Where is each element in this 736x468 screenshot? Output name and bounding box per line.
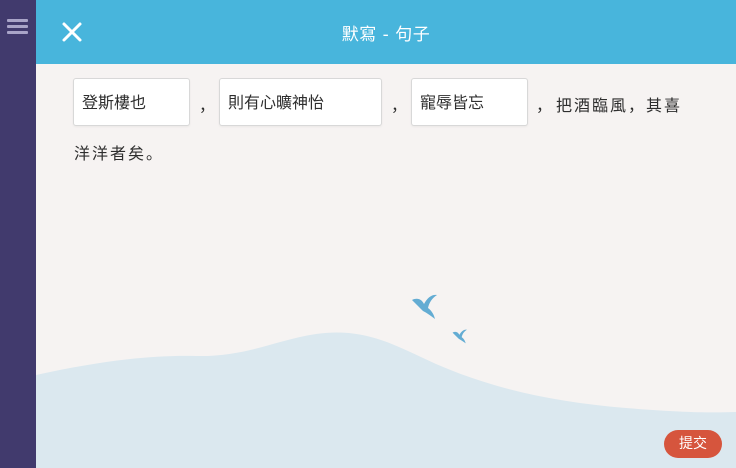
passage-text: 洋洋者矣。 bbox=[74, 144, 165, 163]
page-title: 默寫 - 句子 bbox=[341, 25, 431, 45]
header-bar: 默寫 - 句子 bbox=[36, 0, 736, 64]
exercise-area: 登斯樓也 ， 則有心曠神怡 ， 寵辱皆忘 ， 把酒臨風，其喜 洋洋者矣。 bbox=[36, 64, 736, 424]
answer-field-2[interactable]: 則有心曠神怡 bbox=[219, 78, 382, 126]
separator-comma: ， bbox=[199, 96, 216, 115]
passage-text: 把酒臨風，其喜 bbox=[556, 96, 683, 115]
submit-button[interactable]: 提交 bbox=[664, 430, 722, 458]
app-window: 默寫 - 句子 登斯樓也 ， 則有心曠神怡 ， 寵辱皆忘 ， 把酒臨風，其喜 洋… bbox=[0, 0, 736, 468]
separator-comma: ， bbox=[536, 96, 553, 115]
sidebar bbox=[0, 0, 36, 468]
answer-field-3[interactable]: 寵辱皆忘 bbox=[411, 78, 528, 126]
separator-comma: ， bbox=[391, 96, 408, 115]
answer-field-1[interactable]: 登斯樓也 bbox=[73, 78, 190, 126]
hamburger-menu-icon[interactable] bbox=[7, 17, 29, 37]
